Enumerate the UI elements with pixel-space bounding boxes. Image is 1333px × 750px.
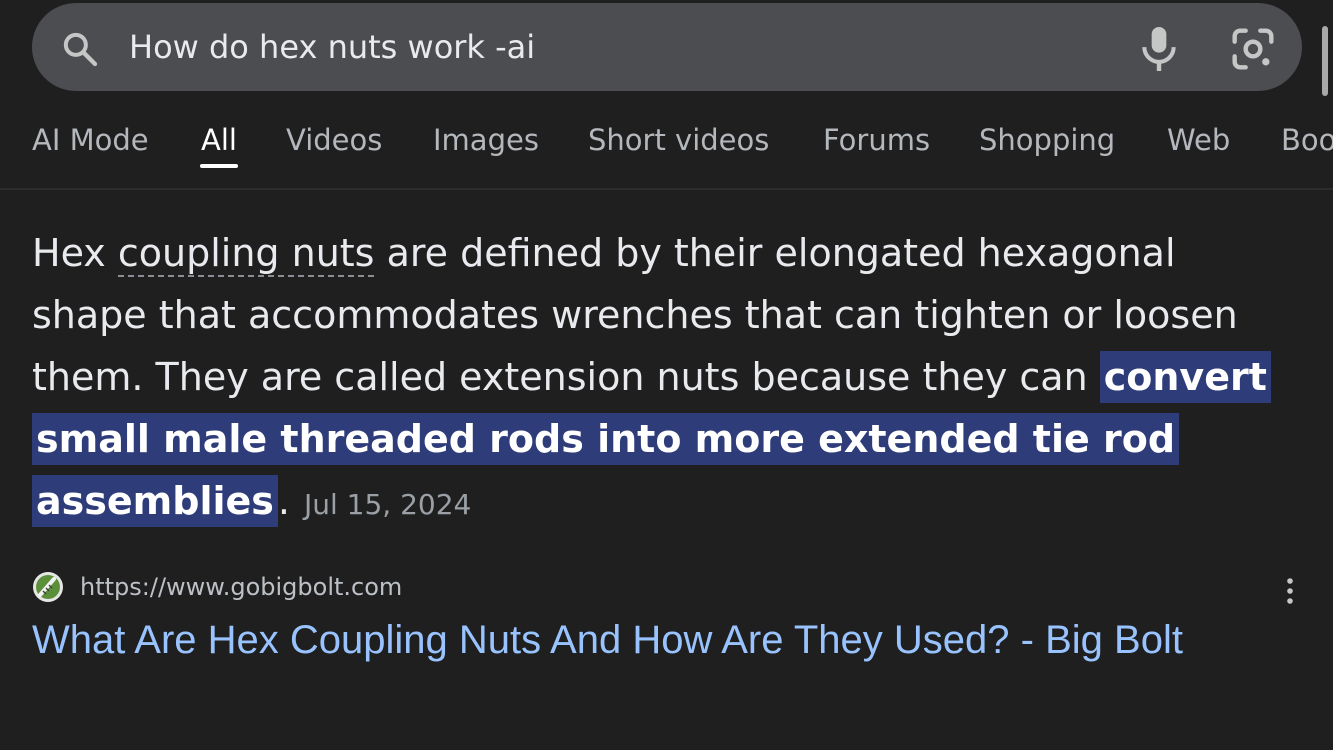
- bolt-favicon-icon: [33, 572, 63, 602]
- snippet-text-end: .: [277, 479, 290, 523]
- search-results-page: How do hex nuts work -ai AI Mode All Vid…: [0, 0, 1333, 750]
- tab-books[interactable]: Boo: [1281, 120, 1333, 160]
- tab-videos[interactable]: Videos: [286, 120, 382, 160]
- tab-web[interactable]: Web: [1167, 120, 1230, 160]
- snippet-definition-term[interactable]: coupling nuts: [117, 231, 375, 277]
- search-input[interactable]: How do hex nuts work -ai: [129, 23, 535, 71]
- active-tab-indicator: [200, 164, 238, 168]
- snippet-text-start: Hex: [32, 231, 118, 275]
- tab-all[interactable]: All: [201, 120, 237, 160]
- more-vert-icon[interactable]: [1280, 574, 1300, 608]
- search-tabs: AI Mode All Videos Images Short videos F…: [0, 112, 1333, 190]
- result-url[interactable]: https://www.gobigbolt.com: [80, 570, 402, 604]
- result-source[interactable]: https://www.gobigbolt.com: [32, 568, 1302, 608]
- featured-snippet: Hex coupling nuts are defined by their e…: [32, 222, 1302, 536]
- scrollbar-thumb[interactable]: [1322, 26, 1328, 96]
- tab-shopping[interactable]: Shopping: [979, 120, 1115, 160]
- snippet-date: Jul 15, 2024: [303, 488, 472, 521]
- tab-images[interactable]: Images: [433, 120, 539, 160]
- search-bar[interactable]: How do hex nuts work -ai: [32, 3, 1302, 91]
- tab-short-videos[interactable]: Short videos: [588, 120, 769, 160]
- search-icon[interactable]: [60, 29, 100, 69]
- google-lens-icon[interactable]: [1230, 27, 1276, 71]
- result-title-link[interactable]: What Are Hex Coupling Nuts And How Are T…: [32, 612, 1262, 669]
- tab-ai-mode[interactable]: AI Mode: [32, 120, 149, 160]
- tab-forums[interactable]: Forums: [823, 120, 930, 160]
- microphone-icon[interactable]: [1137, 25, 1181, 73]
